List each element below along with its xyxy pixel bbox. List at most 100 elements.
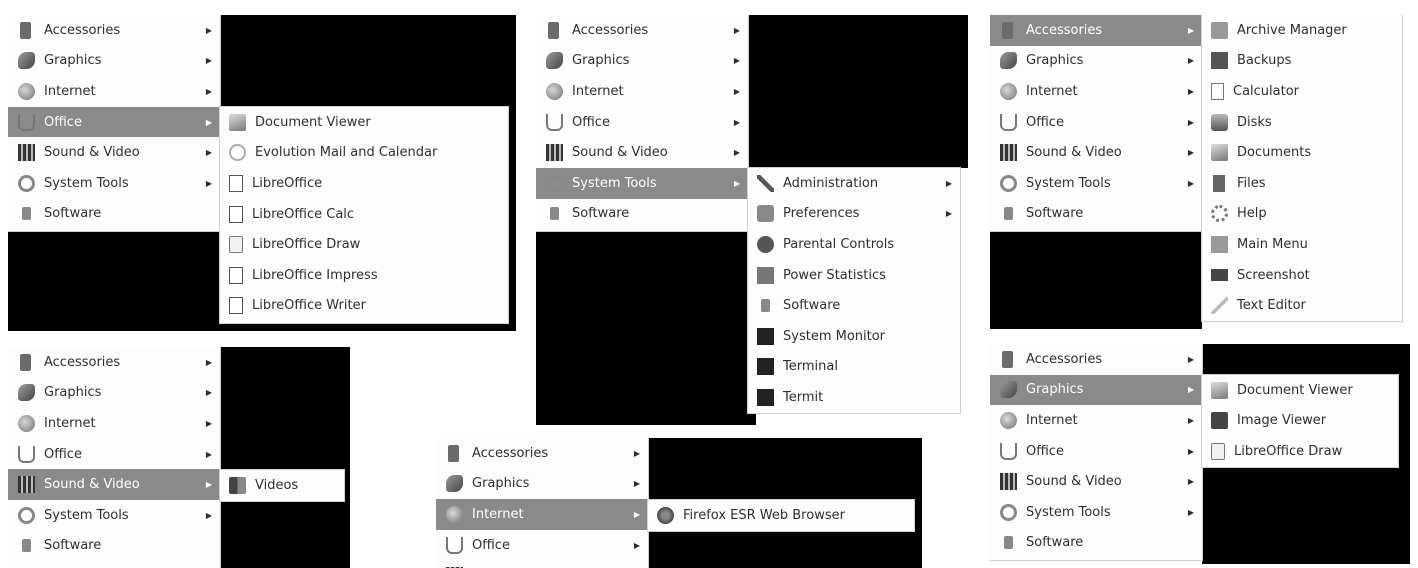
submenu-arrow-icon: ▶ <box>205 480 212 490</box>
accessories-icon <box>20 21 31 39</box>
app-item[interactable]: Terminal <box>748 352 960 383</box>
graphics-icon <box>1000 52 1017 70</box>
category-item-sound-video[interactable]: Sound & Video▶ <box>990 137 1202 168</box>
category-item-software[interactable]: Software <box>990 199 1202 230</box>
submenu-arrow-icon: ▶ <box>205 388 212 398</box>
category-item-accessories[interactable]: Accessories ▶ <box>8 15 220 46</box>
category-item-system-tools[interactable]: System Tools ▶ <box>990 497 1202 528</box>
app-item[interactable]: Archive Manager <box>1202 15 1402 46</box>
app-item[interactable]: Screenshot <box>1202 260 1402 291</box>
office-icon <box>546 113 563 131</box>
category-item-sound-video[interactable]: Sound & Video▶ <box>436 560 648 568</box>
app-item[interactable]: LibreOffice Impress <box>220 260 508 291</box>
app-label: Firefox ESR Web Browser <box>683 507 845 523</box>
category-label: Accessories <box>1026 22 1103 38</box>
app-item[interactable]: Termit <box>748 382 960 413</box>
desktop-background <box>220 347 350 568</box>
category-item-internet[interactable]: Internet ▶ <box>8 408 220 439</box>
category-label: Graphics <box>44 385 102 401</box>
category-menu: Accessories ▶ Graphics ▶ Internet ▶ Office ▶… <box>990 15 1202 231</box>
category-item-internet[interactable]: Internet ▶ <box>436 499 648 530</box>
category-item-system-tools[interactable]: System Tools ▶ <box>536 167 748 199</box>
category-item-software[interactable]: Software <box>536 199 748 230</box>
app-item[interactable]: Software <box>748 290 960 321</box>
category-item-system-tools[interactable]: System Tools ▶ <box>8 168 220 199</box>
libreoffice-draw-icon <box>229 236 243 254</box>
app-item[interactable]: Disks <box>1202 107 1402 138</box>
category-label: Graphics <box>1026 382 1084 398</box>
screenshot-icon <box>1211 269 1228 282</box>
app-item[interactable]: Power Statistics <box>748 260 960 291</box>
graphics-icon <box>18 384 35 402</box>
app-item[interactable]: LibreOffice Writer <box>220 291 508 322</box>
submenu-arrow-icon: ▶ <box>1187 415 1194 425</box>
category-item-system-tools[interactable]: System Tools ▶ <box>8 500 220 531</box>
category-item-internet[interactable]: Internet ▶ <box>536 76 748 107</box>
internet-icon <box>18 82 35 100</box>
accessories-icon <box>448 444 459 462</box>
app-item[interactable]: Backups <box>1202 46 1402 77</box>
category-item-sound-video[interactable]: Sound & Video▶ <box>536 137 748 168</box>
app-item[interactable]: Preferences ▶ <box>748 199 960 230</box>
category-item-office[interactable]: Office ▶ <box>8 106 220 138</box>
app-item[interactable]: Help <box>1202 199 1402 230</box>
system-monitor-icon <box>757 327 774 345</box>
app-item[interactable]: LibreOffice Calc <box>220 199 508 230</box>
category-item-office[interactable]: Office ▶ <box>436 530 648 561</box>
category-item-sound-video[interactable]: Sound & Video▶ <box>990 466 1202 497</box>
app-item[interactable]: Documents <box>1202 137 1402 168</box>
app-label: Evolution Mail and Calendar <box>255 145 438 161</box>
category-item-internet[interactable]: Internet ▶ <box>990 76 1202 107</box>
category-item-accessories[interactable]: Accessories ▶ <box>990 344 1202 375</box>
category-item-graphics[interactable]: Graphics ▶ <box>8 378 220 409</box>
office-icon <box>1000 442 1017 460</box>
category-item-internet[interactable]: Internet ▶ <box>990 405 1202 436</box>
app-item[interactable]: Files <box>1202 168 1402 199</box>
app-item[interactable]: System Monitor <box>748 321 960 352</box>
category-item-office[interactable]: Office ▶ <box>536 107 748 138</box>
app-item[interactable]: Main Menu <box>1202 229 1402 260</box>
category-item-software[interactable]: Software <box>8 531 220 562</box>
app-item[interactable]: Document Viewer <box>220 107 508 138</box>
app-item[interactable]: Parental Controls <box>748 229 960 260</box>
category-item-graphics[interactable]: Graphics ▶ <box>8 46 220 77</box>
category-item-accessories[interactable]: Accessories ▶ <box>990 15 1202 46</box>
category-item-software[interactable]: Software <box>8 199 220 230</box>
category-item-office[interactable]: Office ▶ <box>990 436 1202 467</box>
app-item[interactable]: Firefox ESR Web Browser <box>648 500 914 531</box>
app-item[interactable]: Document Viewer <box>1202 375 1398 406</box>
category-item-sound-video[interactable]: Sound & Video▶ <box>8 469 220 500</box>
app-label: System Monitor <box>783 328 886 344</box>
category-item-graphics[interactable]: Graphics ▶ <box>436 469 648 500</box>
app-item[interactable]: Image Viewer <box>1202 406 1398 437</box>
app-item[interactable]: LibreOffice <box>220 168 508 199</box>
internet-icon <box>18 414 35 432</box>
app-label: Preferences <box>783 206 860 222</box>
app-item[interactable]: Calculator <box>1202 76 1402 107</box>
category-item-office[interactable]: Office ▶ <box>990 107 1202 138</box>
app-item[interactable]: Evolution Mail and Calendar <box>220 138 508 169</box>
category-item-graphics[interactable]: Graphics ▶ <box>536 46 748 77</box>
app-item[interactable]: Administration ▶ <box>748 168 960 199</box>
app-item[interactable]: Text Editor <box>1202 290 1402 321</box>
app-item[interactable]: LibreOffice Draw <box>220 229 508 260</box>
graphics-icon <box>446 475 463 493</box>
category-item-accessories[interactable]: Accessories ▶ <box>536 15 748 46</box>
office-icon <box>446 536 463 554</box>
app-item[interactable]: Videos <box>220 470 344 501</box>
app-item[interactable]: LibreOffice Draw <box>1202 436 1398 467</box>
menu-panel-internet: Accessories ▶ Graphics ▶ Internet ▶ Office ▶… <box>436 438 922 568</box>
category-item-office[interactable]: Office ▶ <box>8 439 220 470</box>
category-item-accessories[interactable]: Accessories ▶ <box>8 347 220 378</box>
category-item-internet[interactable]: Internet ▶ <box>8 76 220 107</box>
category-item-software[interactable]: Software <box>990 528 1202 559</box>
terminal-icon <box>757 358 774 376</box>
category-label: Software <box>1026 535 1084 551</box>
document-viewer-icon <box>1211 381 1228 399</box>
software-icon <box>22 539 31 553</box>
category-item-system-tools[interactable]: System Tools ▶ <box>990 168 1202 199</box>
category-item-graphics[interactable]: Graphics ▶ <box>990 374 1202 406</box>
category-item-sound-video[interactable]: Sound & Video▶ <box>8 137 220 168</box>
category-item-accessories[interactable]: Accessories ▶ <box>436 438 648 469</box>
category-item-graphics[interactable]: Graphics ▶ <box>990 46 1202 77</box>
